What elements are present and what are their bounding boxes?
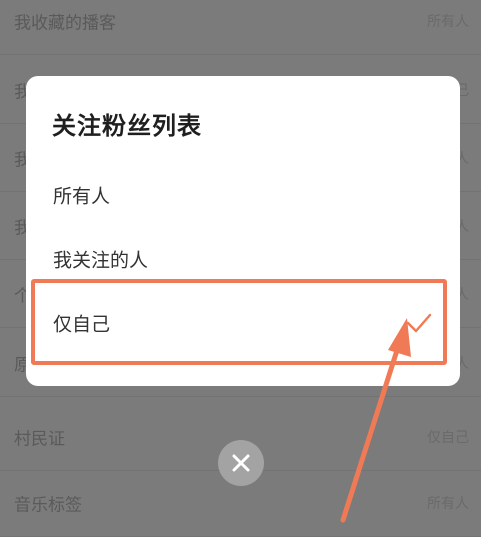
annotation-arrow [340,318,411,523]
